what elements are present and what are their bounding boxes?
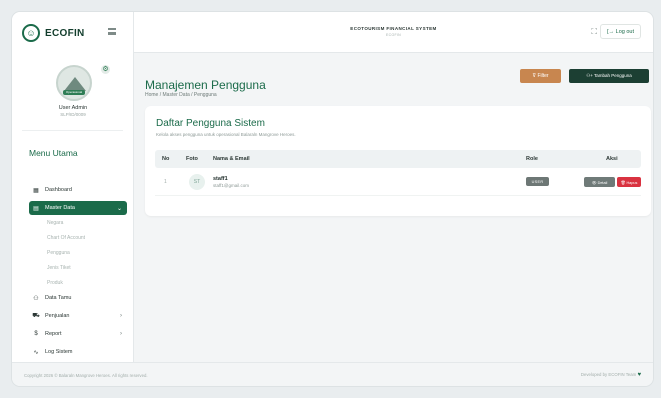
table-row: 1 ST staff1 staff1@gmail.com USER 👁 Deta… xyxy=(155,168,641,196)
cart-icon: ⛟ xyxy=(32,313,40,319)
submenu-item-jenis-tiket[interactable]: Jenis Tiket xyxy=(47,265,71,271)
user-list-card: Daftar Pengguna Sistem Kelola akses peng… xyxy=(145,106,651,216)
dashboard-icon: ▦ xyxy=(33,187,39,194)
brand-name: ECOFIN xyxy=(45,27,85,39)
sidebar-item-label: Dashboard xyxy=(45,187,72,193)
avatar-badge: Operasional xyxy=(63,90,85,95)
dollar-icon: $ xyxy=(34,331,38,337)
delete-button[interactable]: 🗑 Hapus xyxy=(617,177,641,187)
table-header: No Foto Nama & Email Role Aksi xyxy=(155,150,641,168)
system-title: ECOTOURISM FINANCIAL SYSTEM xyxy=(350,26,437,31)
user-email: staff1@gmail.com xyxy=(213,183,249,188)
menu-title: Menu Utama xyxy=(29,148,78,158)
sidebar-item-data-tamu[interactable]: ⚇ Data Tamu xyxy=(32,291,127,305)
page-title: Manajemen Pengguna xyxy=(145,78,266,92)
filter-button[interactable]: ⊽ Filter xyxy=(520,69,561,83)
card-title: Daftar Pengguna Sistem xyxy=(156,118,265,129)
fullscreen-icon[interactable]: ⛶ xyxy=(591,27,597,37)
breadcrumb[interactable]: Home / Master Data / Pengguna xyxy=(145,92,217,98)
column-header-nama-email: Nama & Email xyxy=(213,156,250,162)
menu-toggle-icon[interactable] xyxy=(108,28,116,35)
row-number: 1 xyxy=(164,179,167,185)
database-icon: ▤ xyxy=(33,205,39,212)
sidebar-item-label: Data Tamu xyxy=(45,295,72,301)
card-description: Kelola akses pengguna untuk operasional … xyxy=(156,132,296,137)
sidebar-item-label: Penjualan xyxy=(45,313,70,319)
activity-icon: ∿ xyxy=(33,349,39,356)
topbar: ECOTOURISM FINANCIAL SYSTEM ECOFIN ⛶ [→ … xyxy=(134,12,653,53)
user-name: staff1 xyxy=(213,176,228,182)
copyright-text: Copyright 2026 © Balaraln Mangrove Heroe… xyxy=(24,373,148,378)
detail-button[interactable]: 👁 Detail xyxy=(584,177,615,187)
sidebar-item-label: Master Data xyxy=(45,205,75,211)
developer-credit: Developed by ECOFIN Team ♥ xyxy=(581,372,641,378)
footer: Copyright 2026 © Balaraln Mangrove Heroe… xyxy=(12,362,653,386)
sidebar-item-dashboard[interactable]: ▦ Dashboard xyxy=(32,183,127,197)
chevron-right-icon: › xyxy=(120,331,122,337)
ecofin-logo-icon: ☺ xyxy=(22,24,40,42)
avatar[interactable]: Operasional xyxy=(56,65,92,101)
sidebar-item-master-data[interactable]: ▤ Master Data ⌄ xyxy=(29,201,127,215)
submenu-item-negara[interactable]: Negara xyxy=(47,220,63,226)
sidebar-item-label: Report xyxy=(45,331,62,337)
system-subtitle: ECOFIN xyxy=(385,33,402,37)
sidebar-item-log-sistem[interactable]: ∿ Log Sistem xyxy=(32,345,127,359)
user-id: SLP/ID/0009 xyxy=(60,112,86,117)
user-avatar: ST xyxy=(189,174,205,190)
submenu-item-pengguna[interactable]: Pengguna xyxy=(47,250,70,256)
app-frame: ☺ ECOFIN Operasional ⚙ User Admin SLP/ID… xyxy=(12,12,653,386)
logout-button[interactable]: [→ Log out xyxy=(600,24,641,39)
submenu-item-chart-of-account[interactable]: Chart Of Account xyxy=(47,235,85,241)
sidebar-item-penjualan[interactable]: ⛟ Penjualan › xyxy=(32,309,127,323)
sidebar: ☺ ECOFIN Operasional ⚙ User Admin SLP/ID… xyxy=(12,12,134,362)
heart-icon: ♥ xyxy=(637,372,641,378)
chevron-right-icon: › xyxy=(120,313,122,319)
settings-icon[interactable]: ⚙ xyxy=(101,65,110,74)
column-header-no: No xyxy=(162,156,170,162)
chevron-down-icon: ⌄ xyxy=(116,205,122,212)
role-badge: USER xyxy=(526,177,549,186)
column-header-aksi: Aksi xyxy=(606,156,618,162)
divider xyxy=(22,130,123,131)
sidebar-item-label: Log Sistem xyxy=(45,349,73,355)
submenu-item-produk[interactable]: Produk xyxy=(47,280,63,286)
brand[interactable]: ☺ ECOFIN xyxy=(22,22,85,44)
column-header-role: Role xyxy=(526,156,538,162)
user-name: User Admin xyxy=(58,105,88,111)
developer-text: Developed by ECOFIN Team xyxy=(580,372,637,377)
users-icon: ⚇ xyxy=(33,295,39,302)
add-user-button[interactable]: ⚇+ Tambah Pengguna xyxy=(569,69,649,83)
avatar-image xyxy=(64,77,86,91)
sidebar-item-report[interactable]: $ Report › xyxy=(32,327,127,341)
column-header-foto: Foto xyxy=(186,156,198,162)
